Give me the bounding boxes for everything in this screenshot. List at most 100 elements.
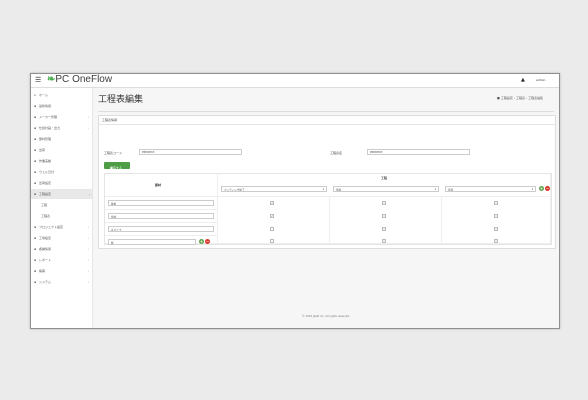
sidebar-subitem-process[interactable]: 工程 — [31, 200, 92, 210]
factory-icon: ▪ — [34, 236, 37, 240]
news-icon: ▪ — [34, 104, 37, 108]
sidebar-subitem-process-table[interactable]: 工程表 — [31, 211, 92, 221]
name-input[interactable]: PRMCE03 — [367, 149, 470, 155]
add-column-button[interactable]: + — [539, 186, 544, 191]
app-window: ☰ ❧PC OneFlow ▲ admin ⌂ ホーム ▪ 最新情報 ▪ メーカー管理… — [30, 73, 560, 329]
process-checkbox[interactable]: ✓ — [270, 201, 274, 205]
process-matrix: 部材 工程 カッティング加工 ▾ 溶接 ▾ 塗装 ▾ + − 鉄板 角材 丸パイプ 板… — [104, 173, 552, 245]
sidebar-item-label: プロジェクト設定 — [39, 225, 64, 229]
chevron-left-icon: ‹ — [88, 269, 90, 273]
sidebar-item-material[interactable]: ▪ 部材管理 — [31, 134, 92, 144]
process-select-2[interactable]: 溶接 ▾ — [333, 186, 439, 192]
process-select-3[interactable]: 塗装 ▾ — [445, 186, 536, 192]
breadcrumb-item: 工程表編集 — [528, 96, 544, 100]
breadcrumb-item[interactable]: 工程設定 — [501, 96, 513, 100]
main-content: 工程表編集 ■ 工程設定 › 工程表 › 工程表編集 工程表情報 工程表コード … — [93, 88, 559, 328]
sidebar-item-system[interactable]: ▪ システム ‹ — [31, 277, 92, 287]
footer: © 2019 gkaP Inc. All rights reserved. — [302, 315, 350, 318]
process-select-1[interactable]: カッティング加工 ▾ — [221, 186, 327, 192]
remove-column-button[interactable]: − — [545, 186, 550, 191]
sidebar-item-shipping[interactable]: ▪ 出荷 — [31, 145, 92, 155]
spec-icon: ▪ — [34, 126, 37, 130]
chevron-left-icon: ‹ — [88, 247, 90, 251]
process-select-value: 塗装 — [448, 189, 454, 192]
code-label: 工程表コード — [104, 151, 123, 155]
process-select-value: カッティング加工 — [224, 189, 245, 192]
process-checkbox[interactable] — [494, 239, 498, 243]
work-icon: ▪ — [34, 159, 37, 163]
chevron-down-icon: ▾ — [531, 188, 533, 191]
process-checkbox[interactable] — [382, 239, 386, 243]
process-checkbox[interactable] — [494, 214, 498, 218]
process-table-panel: 工程表情報 工程表コード PRMCE03 工程表名 PRMCE03 ▣ 保存する… — [98, 115, 556, 249]
info-icon: ▪ — [34, 247, 37, 251]
home-icon: ⌂ — [34, 93, 36, 97]
sidebar-item-calendar[interactable]: ▪ ウェル日付 — [31, 167, 92, 177]
divider — [98, 111, 554, 112]
save-button-label: 保存する — [110, 166, 123, 170]
sidebar-item-report[interactable]: ▪ レポート ‹ — [31, 255, 92, 265]
material-input[interactable]: 角材 — [108, 213, 214, 219]
header-material-cell — [105, 174, 218, 197]
dashboard-icon: ■ — [497, 96, 500, 100]
sidebar-item-work[interactable]: ▪ 作業実績 — [31, 156, 92, 166]
save-button[interactable]: ▣ 保存する — [104, 162, 130, 170]
material-input[interactable]: 丸パイプ — [108, 226, 214, 232]
breadcrumb-item[interactable]: 工程表 — [516, 96, 525, 100]
logo[interactable]: ❧PC OneFlow — [47, 74, 112, 85]
process-icon: ▪ — [34, 192, 37, 196]
material-icon: ▪ — [34, 137, 37, 141]
panel-heading-label: 工程表情報 — [102, 118, 118, 122]
sidebar-item-project[interactable]: ▪ プロジェクト設定 ‹ — [31, 222, 92, 232]
logo-prefix: PC — [55, 74, 73, 85]
sidebar-item-form[interactable]: ▪ 帳票 ‹ — [31, 266, 92, 276]
sidebar-item-label: レポート — [39, 258, 52, 262]
material-input[interactable]: 鉄板 — [108, 200, 214, 206]
process-column-header: 工程 — [381, 176, 388, 180]
remove-row-button[interactable]: − — [205, 239, 210, 244]
material-input[interactable]: 板 — [108, 239, 196, 245]
sidebar-item-spec[interactable]: ▪ 仕様計画・出力 ‹ — [31, 123, 92, 133]
process-checkbox[interactable] — [382, 201, 386, 205]
sidebar-item-label: 部材管理 — [39, 137, 52, 141]
page-title: 工程表編集 — [98, 94, 144, 104]
add-row-button[interactable]: + — [199, 239, 204, 244]
sidebar-item-home[interactable]: ⌂ ホーム — [31, 90, 92, 100]
sidebar-item-label: 各種情報 — [39, 247, 52, 251]
sidebar-item-label: メーカー管理 — [39, 115, 58, 119]
sidebar-item-label: 工場設定 — [39, 236, 52, 240]
process-checkbox[interactable] — [382, 214, 386, 218]
chevron-left-icon: ‹ — [88, 280, 90, 284]
ship-setting-icon: ▪ — [34, 181, 37, 185]
calendar-icon: ▪ — [34, 170, 37, 174]
chevron-down-icon: ▾ — [434, 188, 436, 191]
process-checkbox[interactable] — [270, 239, 274, 243]
bell-icon[interactable]: ▲ — [521, 77, 525, 83]
process-checkbox[interactable] — [494, 227, 498, 231]
sidebar-item-maker[interactable]: ▪ メーカー管理 ‹ — [31, 112, 92, 122]
sidebar-item-ship-setting[interactable]: ▪ 出荷設定 — [31, 178, 92, 188]
material-column-header: 部材 — [155, 183, 162, 187]
process-checkbox[interactable] — [494, 201, 498, 205]
shipping-icon: ▪ — [34, 148, 37, 152]
sidebar-item-process-setting[interactable]: ▪ 工程設定 ⌄ — [31, 189, 92, 199]
sidebar-item-news[interactable]: ▪ 最新情報 — [31, 101, 92, 111]
process-checkbox[interactable] — [382, 227, 386, 231]
chevron-left-icon: ‹ — [88, 236, 90, 240]
user-name[interactable]: admin — [536, 78, 545, 82]
sidebar-item-factory[interactable]: ▪ 工場設定 ‹ — [31, 233, 92, 243]
sidebar-item-info[interactable]: ▪ 各種情報 ‹ — [31, 244, 92, 254]
code-input[interactable]: PRMCE03 — [139, 149, 242, 155]
menu-icon[interactable]: ☰ — [35, 76, 41, 84]
sidebar-item-label: システム — [39, 280, 51, 284]
sidebar-item-label: 出荷設定 — [39, 181, 52, 185]
sidebar-item-label: 工程表 — [41, 214, 51, 218]
process-select-value: 溶接 — [336, 189, 342, 192]
process-checkbox[interactable]: ✓ — [270, 214, 274, 218]
process-checkbox[interactable] — [270, 227, 274, 231]
sidebar-item-label: 工程設定 — [39, 192, 52, 196]
chevron-left-icon: ‹ — [88, 258, 90, 262]
sidebar-item-label: ホーム — [39, 93, 48, 97]
panel-heading: 工程表情報 — [99, 116, 555, 125]
logo-name: OneFlow — [72, 74, 113, 85]
